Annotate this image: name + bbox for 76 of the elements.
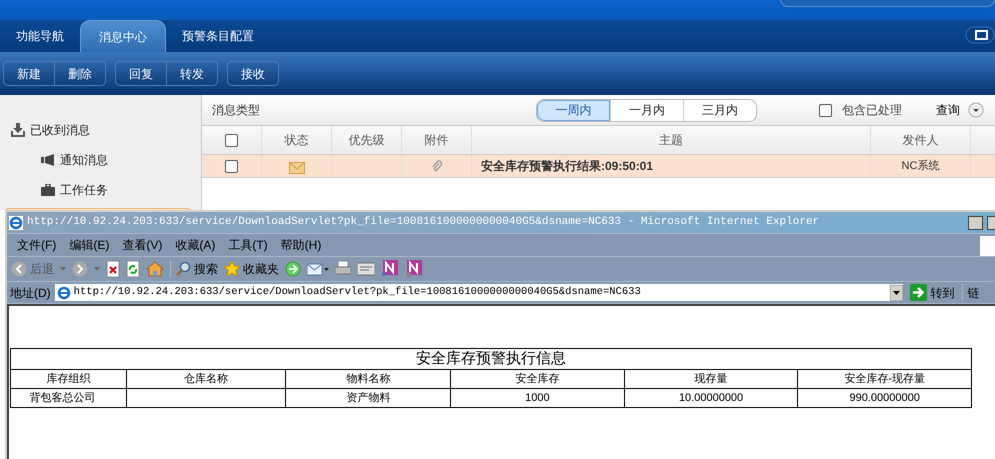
sidebar-item[interactable]: 已收到消息	[30, 121, 90, 139]
window-title: http://10.92.24.203:633/service/DownloadServlet?pk_file=1008161000000000040G5&dsname=NC633 - Microsoft Internet Explorer	[27, 215, 820, 230]
notebook-icon[interactable]	[405, 260, 423, 278]
menu-item[interactable]: 文件(F)	[17, 236, 56, 254]
column-header: 库存组织	[46, 372, 90, 387]
minimize-button[interactable]	[968, 216, 983, 230]
nav-tab[interactable]: 功能导航	[0, 20, 80, 52]
maximize-button[interactable]	[987, 216, 995, 230]
query-button[interactable]: 查询	[936, 101, 960, 119]
column-header: 物料名称	[346, 372, 390, 387]
sidebar-item[interactable]: 工作任务	[60, 181, 108, 199]
address-field[interactable]: http://10.92.24.203:633/service/DownloadServlet?pk_file=1008161000000000040G5&dsname=NC633	[54, 283, 904, 302]
column-header: 主题	[659, 132, 683, 149]
message-subject: 安全库存预警执行结果:09:50:01	[481, 158, 654, 175]
table-cell-text: 1000	[525, 390, 550, 406]
toolbar-button[interactable]: 回复	[116, 62, 166, 85]
window-restore-icon[interactable]	[965, 26, 995, 44]
sidebar-item[interactable]: 通知消息	[60, 151, 108, 169]
nav-tab[interactable]: 预警条目配置	[166, 20, 270, 52]
period-tab[interactable]: 三月内	[683, 100, 756, 120]
toolbar-panel	[980, 236, 995, 256]
period-tab[interactable]: 一月内	[610, 100, 683, 120]
column-header: 优先级	[348, 132, 384, 149]
column-header: 安全库存-现存量	[844, 372, 926, 387]
toolbar-button[interactable]: 删除	[54, 62, 105, 85]
page-icon	[56, 286, 71, 300]
menu-item[interactable]: 收藏(A)	[175, 236, 216, 254]
printer-icon[interactable]	[335, 261, 351, 277]
menu-item[interactable]: 编辑(E)	[69, 236, 110, 254]
stop-icon[interactable]	[106, 261, 120, 277]
menu-item[interactable]: 帮助(H)	[280, 236, 322, 254]
menu-item[interactable]: 查看(V)	[122, 236, 162, 254]
checkbox[interactable]	[225, 160, 238, 172]
table-title: 安全库存预警执行信息	[416, 348, 566, 369]
message-row[interactable]: 安全库存预警执行结果:09:50:01 NC系统	[202, 155, 995, 178]
column-header: 现存量	[694, 372, 728, 387]
filter-label: 消息类型	[212, 102, 261, 119]
dropdown-icon[interactable]	[968, 102, 984, 118]
history-icon[interactable]	[285, 261, 301, 277]
magnifier-icon	[175, 261, 191, 277]
address-text: http://10.92.24.203:633/service/DownloadServlet?pk_file=1008161000000000040G5&dsname=NC633	[74, 284, 642, 300]
search-button[interactable]: 搜索	[170, 260, 218, 278]
toolbar-button[interactable]: 新建	[4, 62, 54, 85]
column-header: 附件	[424, 132, 448, 149]
nav-tab[interactable]: 消息中心	[80, 20, 166, 52]
dropdown-icon[interactable]	[890, 284, 903, 300]
toolbar-button[interactable]: 转发	[166, 62, 217, 85]
column-header: 发件人	[902, 132, 938, 149]
message-sender: NC系统	[902, 158, 940, 174]
table-cell-text: 990.00000000	[850, 390, 920, 406]
table-cell-text: 资产物料	[346, 390, 390, 406]
briefcase-icon	[41, 184, 55, 196]
megaphone-icon	[41, 154, 55, 166]
period-tab[interactable]: 一周内	[537, 100, 610, 120]
download-tray-icon	[11, 123, 25, 137]
table-cell-text: 10.00000000	[678, 390, 744, 406]
edit-icon[interactable]	[357, 262, 375, 276]
checkbox[interactable]	[819, 104, 832, 116]
table-cell-text: 背包客总公司	[29, 390, 96, 406]
notebook-icon[interactable]	[381, 260, 399, 278]
select-all-checkbox[interactable]	[225, 134, 238, 146]
column-header: 仓库名称	[184, 372, 228, 387]
toolbar-button[interactable]: 接收	[228, 62, 278, 85]
browser-logo-icon	[9, 216, 23, 230]
menu-item[interactable]: 工具(T)	[228, 236, 268, 254]
star-icon	[224, 261, 240, 277]
arrow-right-icon	[910, 284, 927, 301]
column-header: 状态	[284, 132, 308, 149]
links-button[interactable]: 链	[962, 284, 980, 302]
address-label: 地址(D)	[10, 284, 51, 302]
go-button[interactable]: 转到	[910, 284, 955, 302]
column-header: 安全库存	[515, 372, 560, 387]
refresh-icon[interactable]	[126, 261, 140, 277]
mail-icon[interactable]	[307, 261, 329, 277]
checkbox-label: 包含已处理	[842, 102, 902, 119]
favorites-button[interactable]: 收藏夹	[224, 260, 279, 278]
